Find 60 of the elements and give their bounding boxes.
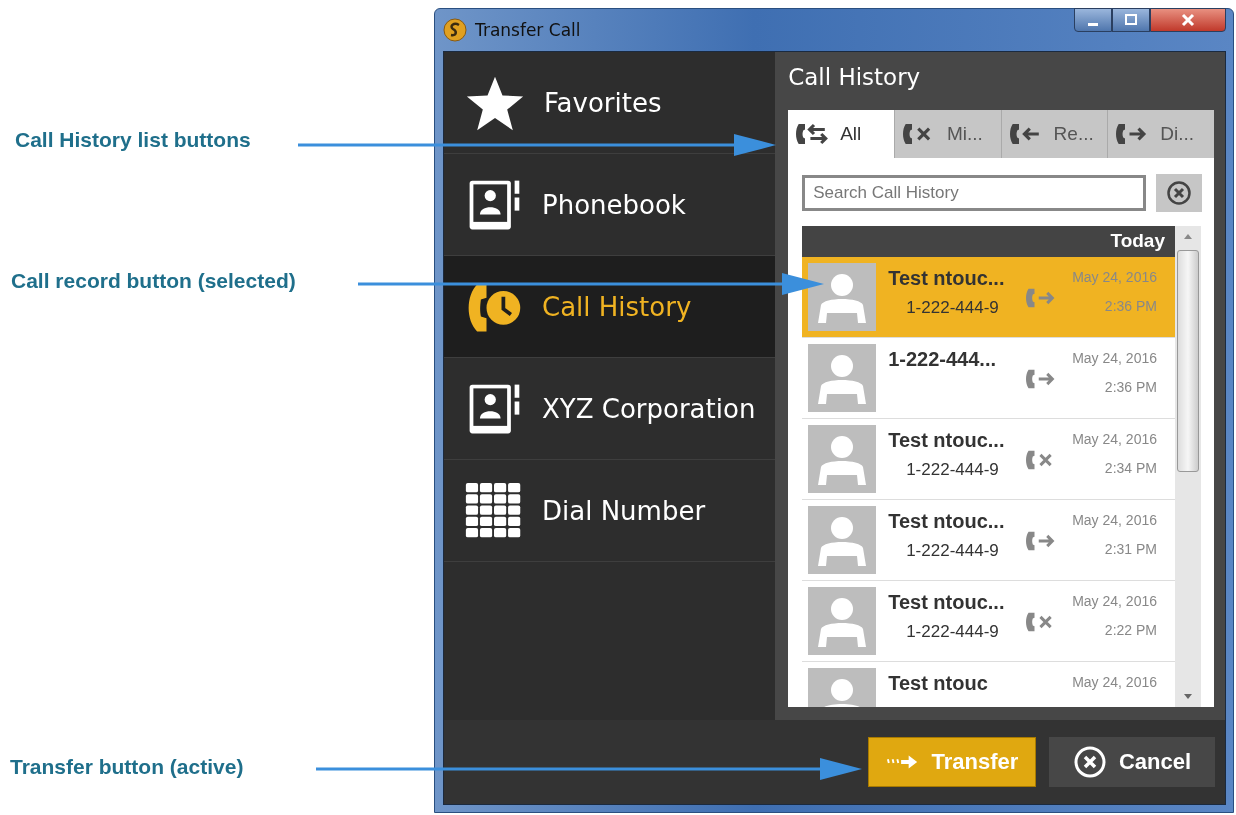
call-date: May 24, 2016 [1072, 350, 1157, 366]
call-time: 2:36 PM [1104, 379, 1157, 395]
sidebar-item[interactable]: Dial Number [444, 460, 776, 562]
phone-number: 1-222-444-9 [905, 541, 1000, 561]
scrollbar-thumb[interactable] [1177, 250, 1199, 472]
close-button[interactable] [1150, 8, 1226, 32]
call-time: 2:36 PM [1104, 298, 1157, 314]
search-field[interactable]: Search Call History [802, 175, 1146, 211]
minimize-button[interactable] [1074, 8, 1112, 32]
callout-label: Call History list buttons [15, 128, 251, 152]
callout-label: Call record button (selected) [11, 269, 296, 293]
app-logo-icon [443, 18, 467, 42]
sidebar-item[interactable]: Favorites [444, 52, 776, 154]
phone-number: 1-222-444-9 [905, 460, 1000, 480]
call-record-item[interactable]: 1-222-444... May 24, 2016 2:36 PM [802, 338, 1175, 419]
contact-name: Test ntouc... [888, 267, 1006, 290]
call-record-item[interactable]: Test ntouc... 1-222-444-9 May 24, 2016 2:31 PM [802, 500, 1175, 581]
scrollbar[interactable] [1175, 226, 1201, 707]
date-group-header: Today [802, 226, 1175, 257]
call-time: 2:22 PM [1104, 622, 1157, 638]
call-date: May 24, 2016 [1072, 593, 1157, 609]
avatar-placeholder-icon [808, 263, 877, 331]
contact-name: Test ntouc... [888, 510, 1006, 533]
sidebar-item[interactable]: XYZ Corporation [444, 358, 776, 460]
call-time: 2:34 PM [1104, 460, 1157, 476]
cancel-button[interactable]: Cancel [1049, 737, 1215, 787]
call-date: May 24, 2016 [1072, 512, 1157, 528]
filter-tab[interactable]: Mi... [893, 110, 1001, 158]
phone-number: 1-222-444-9 [905, 298, 1000, 318]
forward-arrow-icon [885, 754, 920, 770]
scroll-down-icon [1183, 693, 1193, 701]
sidebar-item[interactable]: Call History [444, 256, 776, 358]
maximize-button[interactable] [1112, 8, 1150, 32]
call-record-item[interactable]: Test ntouc... 1-222-444-9 May 24, 2016 2:36 PM [802, 257, 1175, 338]
clear-icon [1166, 180, 1192, 206]
filter-tab[interactable]: All [788, 110, 894, 158]
call-date: May 24, 2016 [1072, 431, 1157, 447]
phone-number: 1-222-444-9 [905, 622, 1000, 642]
call-record-item[interactable]: Test ntouc... 1-222-444-9 May 24, 2016 2:22 PM [802, 581, 1175, 662]
window-title: Transfer Call [475, 20, 582, 40]
call-record-item[interactable]: Test ntouc... 1-222-444-9 May 24, 2016 2:34 PM [802, 419, 1175, 500]
contact-name: 1-222-444... [888, 348, 997, 371]
minimize-icon [1088, 22, 1098, 26]
callout-label: Transfer button (active) [10, 755, 244, 779]
contact-name: Test ntouc... [888, 429, 1006, 452]
filter-tab[interactable]: Di... [1107, 110, 1215, 158]
avatar-placeholder-icon [808, 344, 877, 412]
scroll-up-icon [1183, 232, 1193, 240]
contact-name: Test ntouc... [888, 591, 1006, 614]
call-time: 2:31 PM [1104, 541, 1157, 557]
call-date: May 24, 2016 [1072, 269, 1157, 285]
call-date: May 24, 2016 [1072, 674, 1157, 690]
avatar-placeholder-icon [808, 506, 877, 574]
clear-search-button[interactable] [1156, 174, 1202, 212]
contact-name: Test ntouc [888, 672, 989, 695]
filter-tab[interactable]: Re... [1000, 110, 1108, 158]
panel-title: Call History [788, 64, 922, 92]
avatar-placeholder-icon [808, 425, 877, 493]
cancel-icon [1072, 745, 1107, 779]
avatar-placeholder-icon [808, 587, 877, 655]
